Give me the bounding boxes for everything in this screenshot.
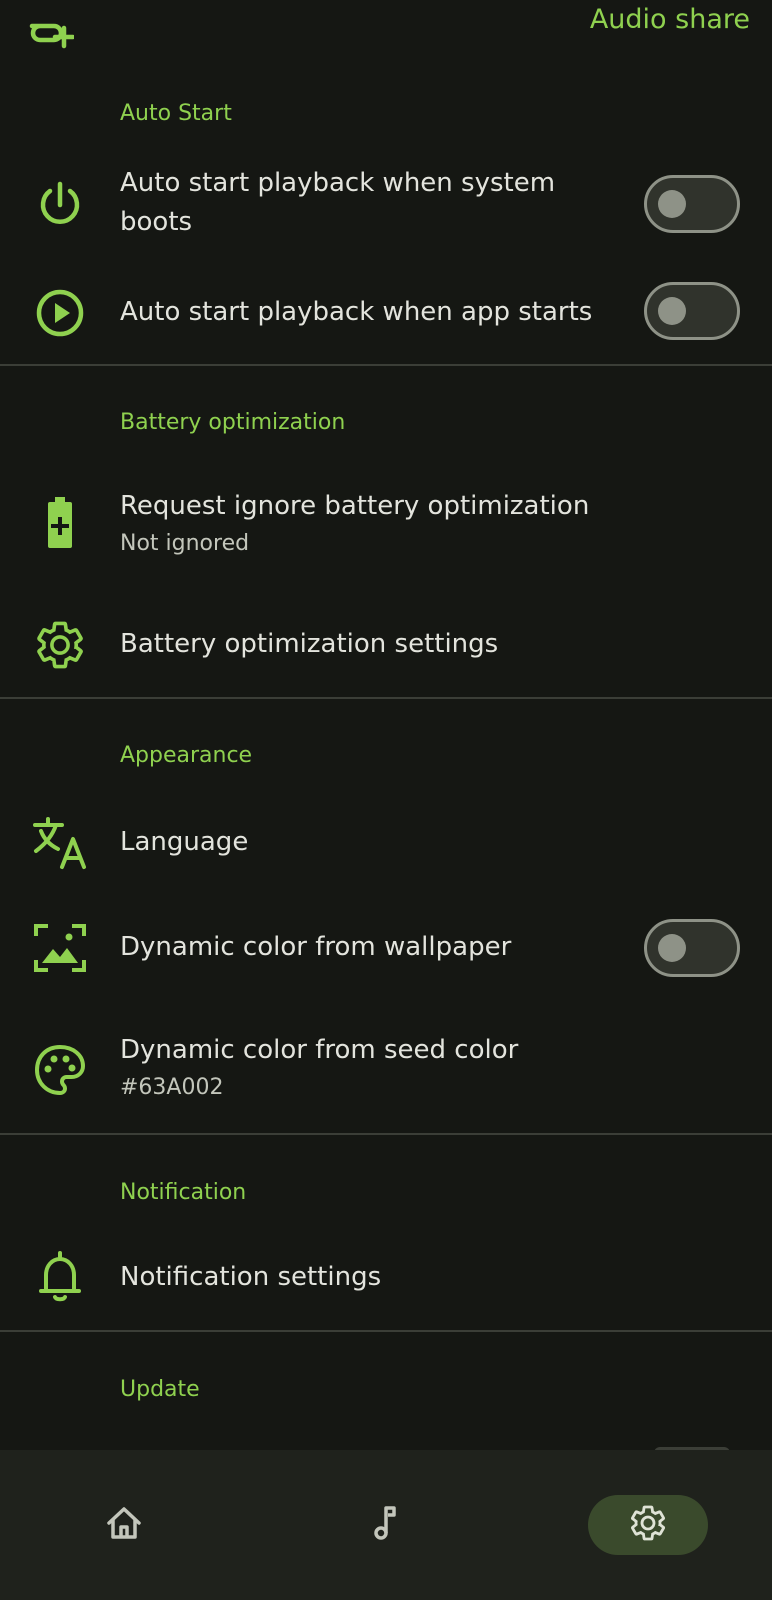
divider <box>0 364 772 366</box>
language-row[interactable]: Language <box>0 810 772 876</box>
ignore-battery-row[interactable]: Request ignore battery optimization Not … <box>0 480 772 570</box>
notification-settings-title: Notification settings <box>120 1262 382 1292</box>
settings-screen: Audio share Auto Start Auto start playba… <box>0 0 772 1600</box>
language-title: Language <box>120 827 249 857</box>
top-app-bar: Audio share <box>0 0 772 60</box>
section-header-notification: Notification <box>120 1180 247 1205</box>
nav-settings[interactable] <box>588 1495 708 1555</box>
section-header-update: Update <box>120 1377 200 1402</box>
translate-icon <box>32 815 88 871</box>
switch-knob <box>658 190 686 218</box>
auto-start-app-title: Auto start playback when app starts <box>120 297 593 327</box>
dynamic-wallpaper-switch[interactable] <box>644 919 740 977</box>
switch-knob <box>658 934 686 962</box>
seed-color-value: #63A002 <box>120 1075 224 1100</box>
divider <box>0 697 772 699</box>
dynamic-wallpaper-row[interactable]: Dynamic color from wallpaper <box>0 915 772 981</box>
bell-icon <box>32 1248 88 1304</box>
music-note-icon <box>365 1503 405 1547</box>
palette-icon <box>32 1042 88 1098</box>
divider <box>0 1330 772 1332</box>
settings-gear-icon <box>628 1503 668 1547</box>
ignore-battery-status: Not ignored <box>120 531 250 556</box>
section-header-appearance: Appearance <box>120 743 253 768</box>
power-icon <box>32 177 88 233</box>
battery-settings-row[interactable]: Battery optimization settings <box>0 615 772 675</box>
auto-start-boot-row[interactable]: Auto start playback when system boots <box>0 160 772 250</box>
bottom-navigation <box>0 1450 772 1600</box>
dynamic-seed-row[interactable]: Dynamic color from seed color #63A002 <box>0 1030 772 1120</box>
section-header-auto-start: Auto Start <box>120 101 232 126</box>
audio-share-logo-icon <box>28 14 76 50</box>
section-header-battery: Battery optimization <box>120 410 346 435</box>
dynamic-seed-title: Dynamic color from seed color <box>120 1035 519 1065</box>
battery-settings-title: Battery optimization settings <box>120 629 499 659</box>
auto-start-app-switch[interactable] <box>644 282 740 340</box>
ignore-battery-title: Request ignore battery optimization <box>120 491 590 521</box>
play-circle-icon <box>32 285 88 341</box>
notification-settings-row[interactable]: Notification settings <box>0 1245 772 1311</box>
auto-start-boot-switch[interactable] <box>644 175 740 233</box>
auto-start-boot-title-line1: Auto start playback when system <box>120 168 556 198</box>
nav-music[interactable] <box>325 1495 445 1555</box>
gear-icon <box>32 617 88 673</box>
app-title: Audio share <box>589 4 750 35</box>
divider <box>0 1133 772 1135</box>
home-icon <box>104 1503 144 1547</box>
battery-plus-icon <box>32 495 88 551</box>
switch-knob <box>658 297 686 325</box>
wallpaper-icon <box>32 920 88 976</box>
dynamic-wallpaper-title: Dynamic color from wallpaper <box>120 932 512 962</box>
nav-home[interactable] <box>64 1495 184 1555</box>
auto-start-boot-title-line2: boots <box>120 207 193 237</box>
auto-start-app-row[interactable]: Auto start playback when app starts <box>0 275 772 351</box>
